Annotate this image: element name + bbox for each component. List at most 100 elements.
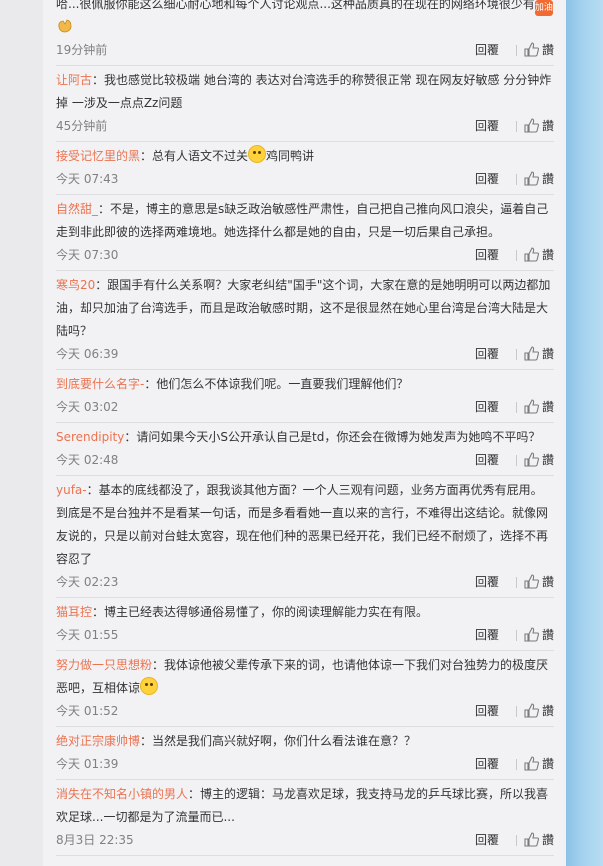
- comment-meta: 19分钟前 回覆 讚: [56, 39, 554, 61]
- comment-meta: 今天 03:02 回覆 讚: [56, 396, 554, 418]
- jiayou-emoji-icon: 加油: [534, 0, 553, 16]
- comment-time: 今天 01:52: [56, 704, 119, 718]
- background-strip: [566, 0, 603, 866]
- reply-button[interactable]: 回覆: [475, 396, 499, 418]
- like-button[interactable]: 讚: [542, 753, 554, 775]
- comment-panel: 哈...很佩服你能这么细心耐心地和每个人讨论观点...这种品质真的在现在的网络环…: [43, 0, 566, 866]
- reply-button[interactable]: 回覆: [475, 115, 499, 137]
- comment-author[interactable]: Serendipity: [56, 430, 124, 444]
- comment-meta: 8月3日 22:35 回覆 讚: [56, 829, 554, 851]
- comment-meta: 今天 01:39 回覆 讚: [56, 753, 554, 775]
- like-button[interactable]: 讚: [542, 829, 554, 851]
- comment-text: 绝对正宗康帅博：当然是我们高兴就好啊，你们什么看法谁在意？？: [56, 734, 417, 748]
- thumbs-up-icon[interactable]: [523, 117, 540, 134]
- thumbs-up-icon[interactable]: [523, 626, 540, 643]
- list-item: 寒鸟20：跟国手有什么关系啊？大家老纠结"国手"这个词，大家在意的是她明明可以两…: [56, 271, 554, 370]
- divider: [516, 630, 517, 641]
- comment-text: 自然甜_：不是，博主的意思是s缺乏政治敏感性严肃性，自己把自己推向风口浪尖，逼着…: [56, 202, 549, 239]
- reply-button[interactable]: 回覆: [475, 343, 499, 365]
- divider: [516, 402, 517, 413]
- divider: [516, 455, 517, 466]
- list-item: 猫耳控：博主已经表达得够通俗易懂了，你的阅读理解能力实在有限。 今天 01:55…: [56, 598, 554, 651]
- comment-text: 消失在不知名小镇的男人：博主的逻辑：马龙喜欢足球，我支持马龙的乒乓球比赛，所以我…: [56, 787, 549, 824]
- comment-meta: 今天 02:48 回覆 讚: [56, 449, 554, 471]
- reply-button[interactable]: 回覆: [475, 829, 499, 851]
- reply-button[interactable]: 回覆: [475, 449, 499, 471]
- comment-author[interactable]: 自然甜_: [56, 202, 98, 216]
- divider: [516, 577, 517, 588]
- like-button[interactable]: 讚: [542, 39, 554, 61]
- comment-author[interactable]: 接受记忆里的黑: [56, 149, 140, 163]
- comment-time: 今天 03:02: [56, 400, 119, 414]
- thumbs-up-icon[interactable]: [523, 831, 540, 848]
- thumbs-up-icon[interactable]: [523, 702, 540, 719]
- comment-time: 今天 02:48: [56, 453, 119, 467]
- list-item: 消失在不知名小镇的男人：博主的逻辑：马龙喜欢足球，我支持马龙的乒乓球比赛，所以我…: [56, 780, 554, 856]
- list-item: 自然甜_：不是，博主的意思是s缺乏政治敏感性严肃性，自己把自己推向风口浪尖，逼着…: [56, 195, 554, 271]
- comment-meta: 今天 07:30 回覆 讚: [56, 244, 554, 266]
- comment-meta: 45分钟前 回覆 讚: [56, 115, 554, 137]
- thumbs-up-icon[interactable]: [523, 573, 540, 590]
- thumbs-up-icon[interactable]: [523, 246, 540, 263]
- comment-time: 今天 01:39: [56, 757, 119, 771]
- like-button[interactable]: 讚: [542, 244, 554, 266]
- comment-text: 让阿古：我也感觉比较极端 她台湾的 表达对台湾选手的称赞很正常 现在网友好敏感 …: [56, 73, 552, 110]
- like-button[interactable]: 讚: [542, 343, 554, 365]
- like-button[interactable]: 讚: [542, 571, 554, 593]
- comment-author[interactable]: 寒鸟20: [56, 278, 95, 292]
- thumbs-up-icon[interactable]: [523, 41, 540, 58]
- comment-text: yufa-：基本的底线都没了，跟我谈其他方面？一个人三观有问题，业务方面再优秀有…: [56, 483, 549, 566]
- divider: [516, 121, 517, 132]
- comment-author[interactable]: 到底要什么名字-: [56, 377, 144, 391]
- thumbs-up-icon[interactable]: [523, 170, 540, 187]
- list-item: 哈...很佩服你能这么细心耐心地和每个人讨论观点...这种品质真的在现在的网络环…: [56, 0, 554, 66]
- divider: [516, 349, 517, 360]
- comment-text: 努力做一只思想粉：我体谅他被父辈传承下来的词，也请他体谅一下我们对台独势力的极度…: [56, 658, 549, 695]
- like-button[interactable]: 讚: [542, 168, 554, 190]
- comment-text: 寒鸟20：跟国手有什么关系啊？大家老纠结"国手"这个词，大家在意的是她明明可以两…: [56, 278, 551, 338]
- comment-text: 猫耳控：博主已经表达得够通俗易懂了，你的阅读理解能力实在有限。: [56, 605, 429, 619]
- comment-time: 19分钟前: [56, 43, 108, 57]
- list-item: 绝对正宗康帅博：当然是我们高兴就好啊，你们什么看法谁在意？？ 今天 01:39 …: [56, 727, 554, 780]
- comment-time: 45分钟前: [56, 119, 108, 133]
- divider: [516, 45, 517, 56]
- comment-time: 今天 01:55: [56, 628, 119, 642]
- reply-button[interactable]: 回覆: [475, 624, 499, 646]
- comment-text: 接受记忆里的黑：总有人语文不过关 鸡同鸭讲: [56, 145, 554, 168]
- smile-emoji-icon: [140, 677, 159, 695]
- comment-author[interactable]: 猫耳控: [56, 605, 92, 619]
- comment-author[interactable]: 努力做一只思想粉: [56, 658, 152, 672]
- reply-button[interactable]: 回覆: [475, 571, 499, 593]
- comment-author[interactable]: yufa-: [56, 483, 87, 497]
- divider: [516, 174, 517, 185]
- thumbs-up-icon[interactable]: [523, 398, 540, 415]
- comment-time: 今天 06:39: [56, 347, 119, 361]
- like-button[interactable]: 讚: [542, 396, 554, 418]
- list-item: 接受记忆里的黑：总有人语文不过关 鸡同鸭讲 今天 07:43 回覆 讚: [56, 142, 554, 195]
- thumbs-up-icon[interactable]: [523, 451, 540, 468]
- comment-text: 到底要什么名字-：他们怎么不体谅我们呢。一直要我们理解他们？: [56, 377, 409, 391]
- like-button[interactable]: 讚: [542, 624, 554, 646]
- reply-button[interactable]: 回覆: [475, 700, 499, 722]
- like-button[interactable]: 讚: [542, 449, 554, 471]
- thumbs-up-icon[interactable]: [523, 345, 540, 362]
- comment-time: 今天 02:23: [56, 575, 119, 589]
- reply-button[interactable]: 回覆: [475, 168, 499, 190]
- comment-author[interactable]: 绝对正宗康帅博: [56, 734, 140, 748]
- reply-button[interactable]: 回覆: [475, 244, 499, 266]
- divider: [516, 835, 517, 846]
- reply-button[interactable]: 回覆: [475, 753, 499, 775]
- divider: [516, 250, 517, 261]
- smile-emoji-icon: [248, 145, 267, 163]
- reply-button[interactable]: 回覆: [475, 39, 499, 61]
- thumbs-up-icon[interactable]: [523, 755, 540, 772]
- comment-author[interactable]: 消失在不知名小镇的男人: [56, 787, 188, 801]
- comment-list: 哈...很佩服你能这么细心耐心地和每个人讨论观点...这种品质真的在现在的网络环…: [56, 0, 554, 856]
- like-button[interactable]: 讚: [542, 115, 554, 137]
- divider: [516, 759, 517, 770]
- list-item: 让阿古：我也感觉比较极端 她台湾的 表达对台湾选手的称赞很正常 现在网友好敏感 …: [56, 66, 554, 142]
- list-item: yufa-：基本的底线都没了，跟我谈其他方面？一个人三观有问题，业务方面再优秀有…: [56, 476, 554, 598]
- comment-time: 今天 07:43: [56, 172, 119, 186]
- like-button[interactable]: 讚: [542, 700, 554, 722]
- comment-author[interactable]: 让阿古: [56, 73, 92, 87]
